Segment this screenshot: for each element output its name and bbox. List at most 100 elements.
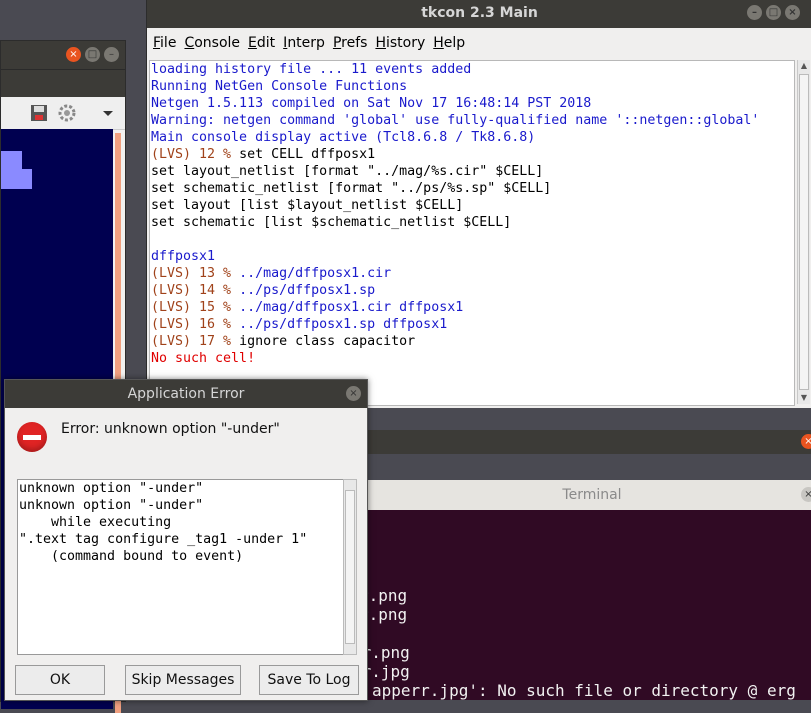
terminal-line: rr.jpg [352,662,410,681]
console-output[interactable]: loading history file ... 11 events added… [149,60,795,406]
console-text: (LVS) 14 % [151,283,240,298]
console-line: (LVS) 13 % ../mag/dffposx1.cir [150,265,794,282]
console-line: No such cell! [150,350,794,367]
console-line: (LVS) 15 % ../mag/dffposx1.cir dffposx1 [150,299,794,316]
terminal-line: r.png [359,586,408,605]
tkcon-menubar: File Console Edit Interp Prefs History H… [147,28,811,58]
console-line: Running NetGen Console Functions [150,78,794,95]
console-text: (LVS) 12 % [151,147,240,162]
error-dialog: Application Error × Error: unknown optio… [4,379,368,701]
console-line: (LVS) 17 % ignore class capacitor [150,333,794,350]
scroll-down-icon[interactable]: ▼ [798,392,810,404]
console-text: set schematic_netlist [format "../ps/%s.… [151,181,552,196]
console-line: Netgen 1.5.113 compiled on Sat Nov 17 16… [150,95,794,112]
close-icon[interactable]: × [346,386,361,401]
background-window-titlebar[interactable]: × □ – [1,41,125,69]
console-text: No such cell! [151,351,256,366]
maximize-icon[interactable]: □ [766,5,781,20]
error-detail-line: ".text tag configure _tag1 -under 1" [19,532,308,547]
console-line: (LVS) 12 % set CELL dffposx1 [150,146,794,163]
scroll-up-icon[interactable]: ▲ [798,60,810,72]
console-line: (LVS) 14 % ../ps/dffposx1.sp [150,282,794,299]
console-text: Warning: netgen command 'global' use ful… [151,113,760,128]
console-line: dffposx1 [150,248,794,265]
console-text: Main console display active (Tcl8.6.8 / … [151,130,536,145]
canvas-shape [1,151,22,169]
menu-history[interactable]: History [373,35,431,51]
error-icon [17,422,47,452]
console-text: dffposx1 [151,249,216,264]
console-text: set schematic [list $schematic_netlist $… [151,215,512,230]
background-window-toolbar [1,97,125,130]
close-icon[interactable]: × [785,5,800,20]
terminal-line: rr.png [352,643,410,662]
error-message: Error: unknown option "-under" [61,421,280,437]
scroll-thumb[interactable] [799,74,809,390]
menu-interp[interactable]: Interp [281,35,331,51]
error-dialog-titlebar[interactable]: Application Error × [5,380,367,408]
tkcon-title: tkcon 2.3 Main [421,5,538,21]
background-window-titlebar-2: × [362,430,811,454]
error-detail-line: while executing [19,515,172,530]
console-line: set layout_netlist [format "../mag/%s.ci… [150,163,794,180]
minimize-icon[interactable]: – [104,47,119,62]
terminal-titlebar[interactable]: Terminal × [362,480,811,510]
console-text: ../ps/dffposx1.sp dffposx1 [239,317,448,332]
console-text: ../mag/dffposx1.cir [239,266,392,281]
menu-edit[interactable]: Edit [246,35,281,51]
terminal-window: Terminal × r.png r.png rr.png rr.jpg app… [352,480,811,700]
console-line: set schematic_netlist [format "../ps/%s.… [150,180,794,197]
console-text: ../mag/dffposx1.cir dffposx1 [239,300,464,315]
console-text: loading history file ... 11 events added [151,62,472,77]
console-scrollbar[interactable]: ▲ ▼ [797,60,810,404]
close-icon[interactable]: × [801,487,811,502]
close-icon[interactable]: × [66,47,81,62]
menu-help[interactable]: Help [431,35,471,51]
tkcon-window: tkcon 2.3 Main – □ × File Console Edit I… [146,0,811,408]
tkcon-titlebar[interactable]: tkcon 2.3 Main – □ × [147,0,811,28]
error-details-text[interactable]: unknown option "-under" unknown option "… [17,479,345,655]
console-line: loading history file ... 11 events added [150,61,794,78]
chevron-down-icon[interactable] [101,103,115,123]
console-line: Main console display active (Tcl8.6.8 / … [150,129,794,146]
console-line: Warning: netgen command 'global' use ful… [150,112,794,129]
console-line: set schematic [list $schematic_netlist $… [150,214,794,231]
maximize-icon[interactable]: □ [85,47,100,62]
console-text: ../ps/dffposx1.sp [239,283,376,298]
save-icon[interactable] [29,103,49,123]
terminal-title: Terminal [562,487,622,503]
terminal-line: r.png [359,605,408,624]
error-detail-line: unknown option "-under" [19,481,204,496]
error-detail-line: unknown option "-under" [19,498,204,513]
console-text: set layout [list $layout_netlist $CELL] [151,198,464,213]
error-details-scrollbar[interactable] [343,479,357,655]
console-text: ignore class capacitor [239,334,416,349]
console-text: Running NetGen Console Functions [151,79,408,94]
error-dialog-title: Application Error [127,386,245,402]
minimize-icon[interactable]: – [747,5,762,20]
scroll-thumb[interactable] [345,490,355,644]
console-line: set layout [list $layout_netlist $CELL] [150,197,794,214]
console-text: (LVS) 16 % [151,317,240,332]
menu-file[interactable]: File [151,35,182,51]
gear-icon[interactable] [57,103,77,123]
menu-prefs[interactable]: Prefs [331,35,374,51]
menu-console[interactable]: Console [182,35,246,51]
terminal-output[interactable]: r.png r.png rr.png rr.jpg apperr.jpg': N… [352,510,811,700]
error-detail-line: (command bound to event) [19,549,244,564]
console-text: set CELL dffposx1 [239,147,376,162]
background-window-menubar [1,69,125,97]
console-line: (LVS) 16 % ../ps/dffposx1.sp dffposx1 [150,316,794,333]
close-icon[interactable]: × [801,434,811,449]
console-text: Netgen 1.5.113 compiled on Sat Nov 17 16… [151,96,592,111]
console-text: (LVS) 15 % [151,300,240,315]
console-text: (LVS) 13 % [151,266,240,281]
console-text: set layout_netlist [format "../mag/%s.ci… [151,164,544,179]
canvas-shape [1,169,32,189]
